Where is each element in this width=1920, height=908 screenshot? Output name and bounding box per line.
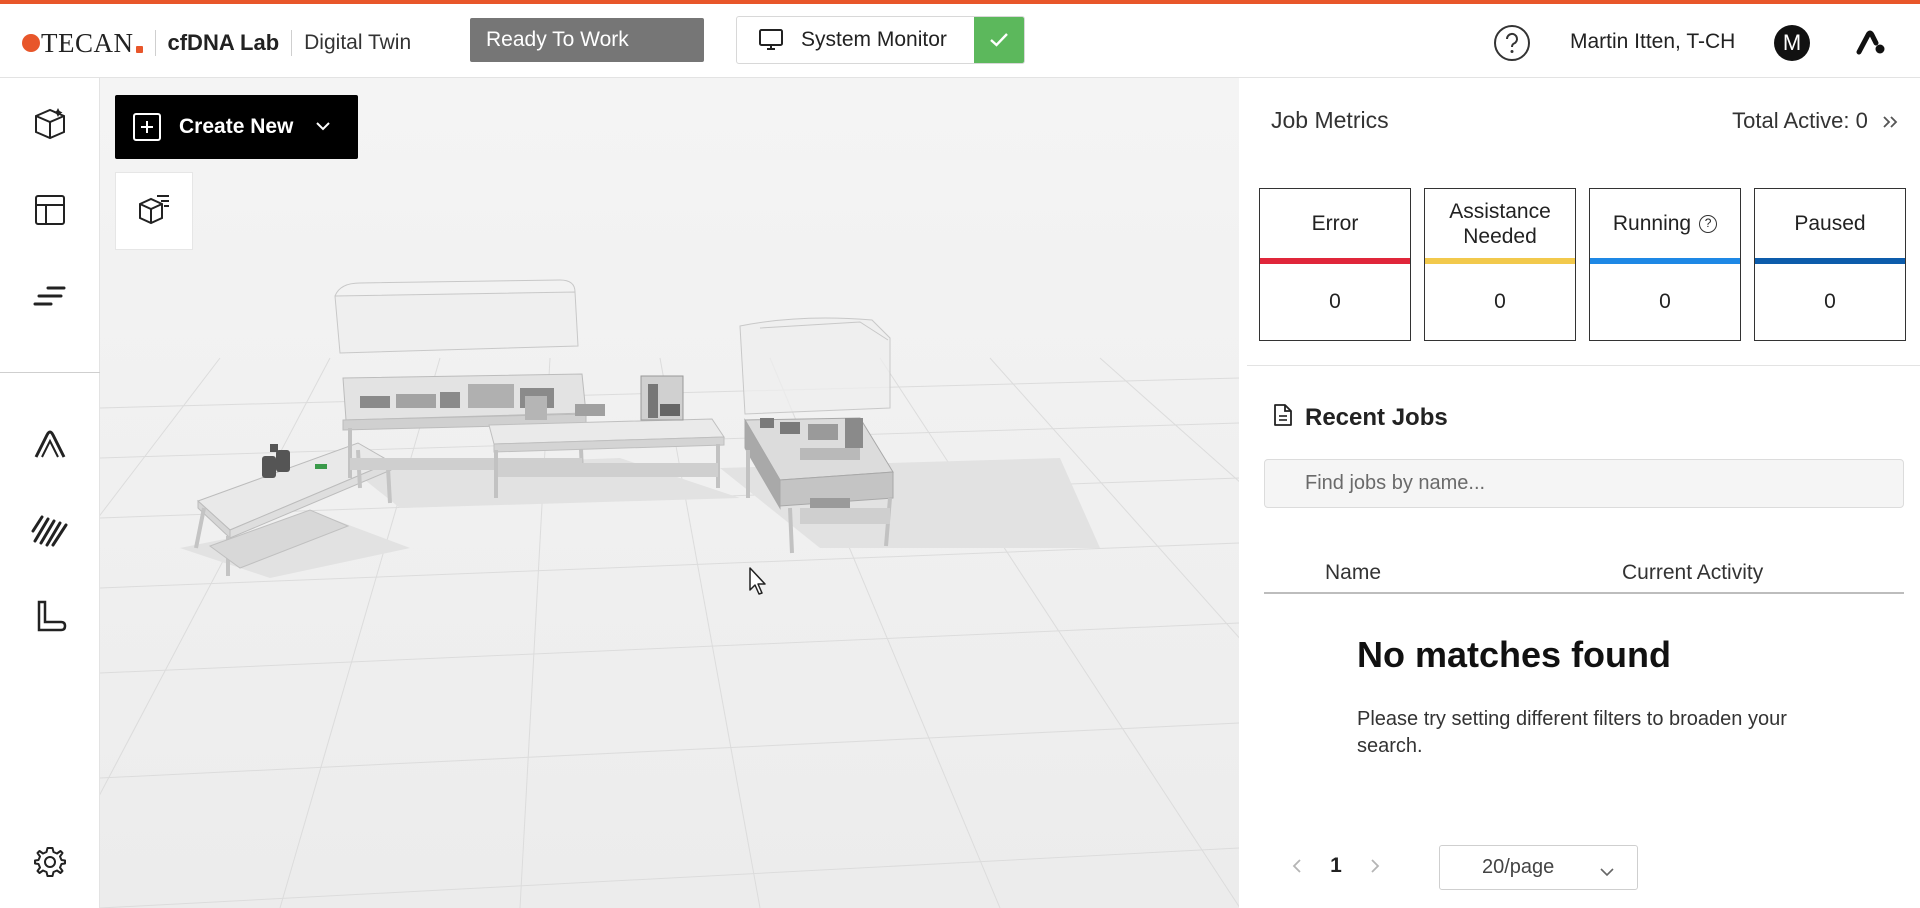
divider — [0, 372, 100, 373]
metric-card-paused[interactable]: Paused 0 — [1754, 188, 1906, 341]
empty-state-text: Please try setting different filters to … — [1357, 708, 1787, 757]
lab-name: cfDNA Lab — [167, 30, 280, 55]
page-size-value: 20/page — [1482, 856, 1555, 878]
question-circle-icon[interactable]: ? — [1699, 214, 1718, 233]
metric-card-value: 0 — [1494, 290, 1506, 313]
metric-card-label: Running — [1612, 212, 1692, 235]
system-monitor-label: System Monitor — [801, 28, 947, 51]
tecan-logo: TECAN — [41, 27, 134, 58]
double-chevron-right-icon — [1882, 109, 1898, 135]
mouse-cursor-icon — [748, 566, 768, 601]
metric-card-value: 0 — [1659, 290, 1671, 313]
user-name[interactable]: Martin Itten, T-CH — [1570, 30, 1735, 54]
job-panel: Job Metrics Total Active: 0 Error 0 Assi… — [1239, 78, 1920, 908]
avatar[interactable]: M — [1774, 25, 1810, 61]
divider — [291, 30, 293, 56]
sidebar-item-jobs[interactable] — [26, 274, 74, 322]
app-logo-icon[interactable] — [1856, 30, 1886, 56]
create-new-button[interactable]: Create New — [115, 95, 358, 159]
chevron-down-icon — [1599, 860, 1615, 883]
sidebar-item-settings[interactable] — [26, 840, 74, 888]
tecan-logo-dot — [22, 34, 40, 52]
metric-card-running[interactable]: Running ? 0 — [1589, 188, 1741, 341]
search-jobs-input[interactable] — [1264, 459, 1904, 508]
metric-card-value: 0 — [1329, 290, 1341, 313]
table-header-divider — [1264, 592, 1904, 594]
monitor-icon — [757, 26, 785, 54]
stripes-app-icon — [30, 513, 70, 552]
metric-card-label: Paused — [1794, 212, 1866, 235]
digital-twin-viewport[interactable]: Create New — [100, 78, 1239, 908]
gear-icon — [33, 845, 67, 884]
3d-cube-icon — [33, 106, 67, 147]
divider — [1247, 365, 1920, 366]
job-metrics-title: Job Metrics — [1271, 107, 1389, 133]
chevron-right-icon[interactable] — [1357, 858, 1393, 874]
divider — [154, 30, 156, 56]
document-icon — [1273, 403, 1293, 432]
sidebar-item-layout[interactable] — [26, 188, 74, 236]
view-name: Digital Twin — [304, 31, 412, 54]
system-monitor-button[interactable]: System Monitor — [736, 16, 1025, 64]
chevron-left-icon[interactable] — [1279, 858, 1315, 874]
plus-icon — [133, 113, 161, 141]
sidebar-item-3d-view[interactable] — [26, 102, 74, 150]
sidebar-item-app-two[interactable] — [26, 508, 74, 556]
bench-icon — [33, 598, 67, 639]
metric-card-head: Running ? — [1590, 189, 1740, 258]
recent-jobs-title: Recent Jobs — [1305, 403, 1448, 431]
metric-card-error[interactable]: Error 0 — [1259, 188, 1411, 341]
recent-jobs-header: Recent Jobs — [1273, 403, 1448, 432]
cube-list-icon — [137, 192, 171, 231]
top-bar: TECAN cfDNA Lab Digital Twin Ready To Wo… — [0, 0, 1920, 78]
page-size-select[interactable]: 20/page — [1439, 845, 1638, 890]
sort-lines-icon — [32, 282, 68, 315]
pagination: 1 — [1279, 844, 1393, 888]
page-number[interactable]: 1 — [1315, 854, 1357, 878]
metric-cards: Error 0 Assistance Needed 0 Running ? 0 … — [1259, 188, 1906, 341]
column-header-current-activity[interactable]: Current Activity — [1622, 561, 1763, 585]
layout-icon — [34, 194, 66, 231]
metric-card-value: 0 — [1824, 290, 1836, 313]
metric-card-assistance[interactable]: Assistance Needed 0 — [1424, 188, 1576, 341]
triangle-app-icon — [32, 427, 68, 466]
metric-card-label: Error — [1311, 212, 1359, 235]
column-header-name[interactable]: Name — [1325, 561, 1381, 585]
metric-card-label: Assistance Needed — [1449, 199, 1551, 248]
sidebar-item-app-one[interactable] — [26, 422, 74, 470]
lab-3d-scene[interactable] — [100, 78, 1239, 908]
sidebar — [0, 78, 100, 908]
chevron-down-icon — [315, 118, 331, 136]
empty-state-title: No matches found — [1357, 634, 1672, 675]
layer-list-button[interactable] — [115, 172, 193, 250]
sidebar-item-app-three[interactable] — [26, 594, 74, 642]
create-new-label: Create New — [179, 115, 294, 138]
ready-to-work-button[interactable]: Ready To Work — [470, 18, 704, 62]
brand: TECAN cfDNA Lab Digital Twin — [22, 24, 411, 62]
total-active-link[interactable]: Total Active: 0 — [1732, 108, 1898, 135]
status-ok-check-icon — [974, 17, 1024, 63]
help-icon[interactable] — [1493, 24, 1531, 62]
tecan-logo-mark — [135, 45, 143, 53]
total-active-label: Total Active: 0 — [1732, 108, 1868, 133]
